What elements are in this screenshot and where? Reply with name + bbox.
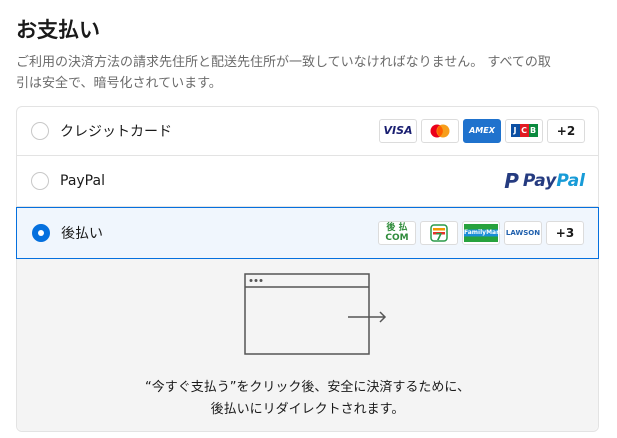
lawson-logo: LAWSON (504, 221, 542, 245)
card-brand-logos: VISA AMEX JCB +2 (379, 118, 585, 143)
description-line-1: ご利用の決済方法の請求先住所と配送先住所が一致していなければなりません。 すべて… (16, 55, 551, 70)
payment-option-pay-later[interactable]: 後払い 後 払 COM 7 FamilyMart LAWSON +3 (16, 207, 599, 259)
payment-option-paypal[interactable]: PayPal P PayPal (16, 156, 599, 207)
mastercard-logo (421, 118, 459, 143)
pay-later-radio[interactable] (32, 224, 50, 242)
pay-later-logos: 後 払 COM 7 FamilyMart LAWSON +3 (378, 221, 584, 245)
credit-card-radio[interactable] (31, 121, 49, 140)
payment-method-list: クレジットカード VISA AMEX JCB +2 PayPal P PayPa… (16, 106, 599, 432)
paypal-logo: P PayPal (504, 169, 585, 193)
familymart-logo: FamilyMart (462, 221, 502, 245)
more-pay-later-badge: +3 (546, 221, 584, 245)
atobarai-logo: 後 払 COM (378, 221, 416, 245)
more-cards-badge: +2 (547, 118, 585, 143)
description-line-2: 引は安全で、暗号化されています。 (16, 76, 222, 91)
redirect-message: “今すぐ支払う”をクリック後、安全に決済するために、 後払いにリダイレクトされま… (17, 377, 598, 421)
payment-description: ご利用の決済方法の請求先住所と配送先住所が一致していなければなりません。 すべて… (16, 52, 606, 94)
seven-eleven-logo: 7 (420, 221, 458, 245)
jcb-logo: JCB (505, 118, 543, 143)
browser-redirect-icon (244, 273, 387, 355)
svg-text:7: 7 (436, 232, 443, 242)
paypal-mark-icon: P (504, 169, 519, 193)
redirect-message-line-2: 後払いにリダイレクトされます。 (210, 402, 405, 417)
paypal-radio[interactable] (31, 172, 49, 190)
page-title: お支払い (16, 18, 100, 42)
amex-logo: AMEX (463, 118, 501, 143)
credit-card-label: クレジットカード (60, 123, 172, 140)
payment-option-credit-card[interactable]: クレジットカード VISA AMEX JCB +2 (16, 106, 599, 156)
pay-later-label: 後払い (61, 226, 103, 242)
paypal-label: PayPal (60, 173, 105, 189)
visa-logo: VISA (379, 118, 417, 143)
redirect-message-line-1: “今すぐ支払う”をクリック後、安全に決済するために、 (144, 380, 471, 395)
redirect-info-panel: “今すぐ支払う”をクリック後、安全に決済するために、 後払いにリダイレクトされま… (17, 259, 598, 431)
